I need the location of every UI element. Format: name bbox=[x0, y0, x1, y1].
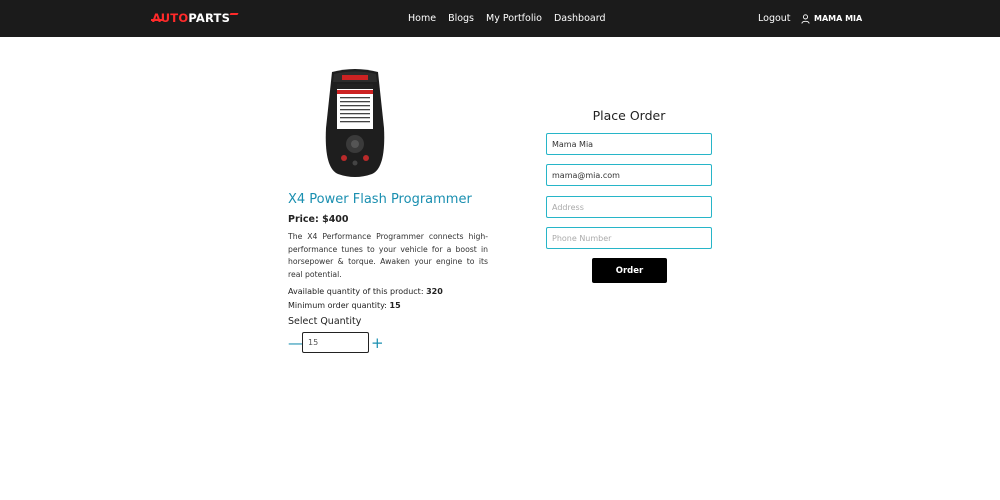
top-navbar: AUTOPARTS Home Blogs My Portfolio Dashbo… bbox=[0, 0, 1000, 37]
brand-logo[interactable]: AUTOPARTS bbox=[151, 11, 239, 25]
email-field[interactable] bbox=[546, 164, 712, 186]
product-price: Price: $400 bbox=[288, 214, 349, 225]
brand-part-auto: AUTO bbox=[152, 11, 189, 25]
select-quantity-label: Select Quantity bbox=[288, 316, 362, 327]
product-description: The X4 Performance Programmer connects h… bbox=[288, 232, 488, 279]
product-title: X4 Power Flash Programmer bbox=[288, 192, 472, 207]
user-name: MAMA MIA bbox=[814, 14, 863, 23]
place-order-title: Place Order bbox=[592, 108, 666, 123]
quantity-input[interactable] bbox=[302, 332, 369, 353]
available-quantity-value: 320 bbox=[426, 287, 443, 296]
minimum-order-quantity: Minimum order quantity: 15 bbox=[288, 300, 401, 311]
decrease-quantity-button[interactable]: — bbox=[288, 333, 303, 353]
product-image bbox=[325, 69, 385, 177]
brand-part-parts: PARTS bbox=[188, 11, 231, 25]
increase-quantity-button[interactable]: + bbox=[371, 333, 384, 353]
available-quantity-label: Available quantity of this product: bbox=[288, 287, 427, 296]
available-quantity: Available quantity of this product: 320 bbox=[288, 286, 443, 297]
address-field[interactable] bbox=[546, 196, 712, 218]
phone-field[interactable] bbox=[546, 227, 712, 249]
minimum-order-label: Minimum order quantity: bbox=[288, 301, 390, 310]
nav-blogs[interactable]: Blogs bbox=[448, 12, 474, 25]
nav-home[interactable]: Home bbox=[408, 12, 436, 25]
nav-dashboard[interactable]: Dashboard bbox=[554, 12, 606, 25]
logo-swoosh bbox=[229, 13, 239, 15]
nav-my-portfolio[interactable]: My Portfolio bbox=[486, 12, 542, 25]
name-field[interactable] bbox=[546, 133, 712, 155]
user-icon bbox=[801, 13, 810, 24]
user-menu[interactable]: MAMA MIA bbox=[801, 12, 862, 25]
logo-dash bbox=[151, 19, 163, 21]
minimum-order-value: 15 bbox=[389, 301, 401, 310]
order-button[interactable]: Order bbox=[592, 258, 667, 283]
logout-link[interactable]: Logout bbox=[758, 12, 791, 25]
nav-links: Home Blogs My Portfolio Dashboard bbox=[408, 12, 605, 25]
